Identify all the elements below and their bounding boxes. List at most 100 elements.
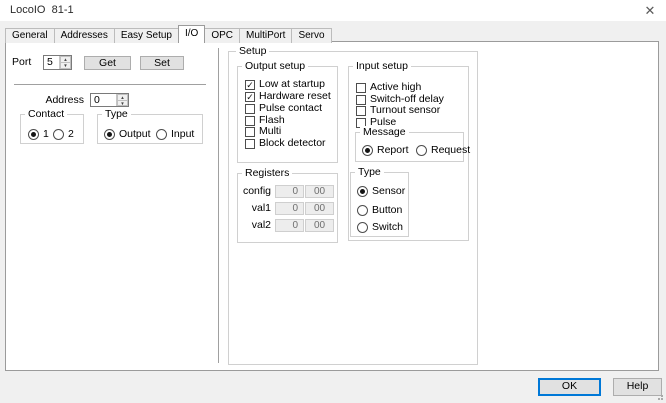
radio-input[interactable]: Input <box>156 129 194 140</box>
registers-label: Registers <box>242 167 292 180</box>
contact-groupbox: Contact 1 2 <box>20 114 84 144</box>
title-bar: LocoIO 81-1 ✕ <box>0 0 666 21</box>
radio-icon[interactable] <box>357 186 368 197</box>
checkbox-icon[interactable] <box>245 139 255 149</box>
input-setup-label: Input setup <box>353 60 411 73</box>
radio-label: Output <box>119 129 151 140</box>
spin-down-icon[interactable]: ▼ <box>60 62 71 69</box>
port-spinner[interactable]: 5 ▲ ▼ <box>43 55 72 70</box>
val2-hex-field: 00 <box>305 219 334 232</box>
radio-icon[interactable] <box>28 129 39 140</box>
type-groupbox: Type Output Input <box>97 114 203 144</box>
register-row-val2: val2 0 00 <box>238 219 339 232</box>
radio-switch-option[interactable]: Switch <box>357 222 403 233</box>
tab-opc[interactable]: OPC <box>204 28 240 43</box>
type-group-label: Type <box>102 108 131 121</box>
radio-label: Sensor <box>372 186 405 197</box>
checkbox-icon[interactable] <box>245 80 255 90</box>
horizontal-separator <box>14 84 206 85</box>
output-setup-label: Output setup <box>242 60 308 73</box>
address-spinner[interactable]: 0 ▲ ▼ <box>90 93 129 107</box>
port-spinner-buttons: ▲ ▼ <box>59 56 71 69</box>
checkbox-icon[interactable] <box>356 95 366 105</box>
radio-icon[interactable] <box>362 145 373 156</box>
radio-contact-1[interactable]: 1 <box>28 129 49 140</box>
checkbox-label: Block detector <box>259 138 326 149</box>
address-spinner-buttons: ▲ ▼ <box>116 94 128 106</box>
message-groupbox: Message Report Request <box>355 132 464 162</box>
locoio-dialog: LocoIO 81-1 ✕ General Addresses Easy Set… <box>0 0 666 403</box>
setup-groupbox: Setup Output setup Low at startup Hardwa… <box>228 51 478 365</box>
checkbox-label: Multi <box>259 126 281 137</box>
radio-icon[interactable] <box>416 145 427 156</box>
radio-label: Switch <box>372 222 403 233</box>
checkbox-icon[interactable] <box>245 92 255 102</box>
radio-contact-2[interactable]: 2 <box>53 129 74 140</box>
checkbox-label: Active high <box>370 82 421 93</box>
tab-bar: General Addresses Easy Setup I/O OPC Mul… <box>5 25 331 43</box>
tab-easy-setup[interactable]: Easy Setup <box>114 28 179 43</box>
checkbox-pulse-contact[interactable]: Pulse contact <box>245 103 322 114</box>
tab-general[interactable]: General <box>5 28 55 43</box>
radio-button-option[interactable]: Button <box>357 205 402 216</box>
config-hex-field: 00 <box>305 185 334 198</box>
radio-label: Input <box>171 129 194 140</box>
checkbox-icon[interactable] <box>245 116 255 126</box>
radio-icon[interactable] <box>53 129 64 140</box>
spin-down-icon[interactable]: ▼ <box>117 100 128 107</box>
radio-label: Button <box>372 205 402 216</box>
resize-grip-icon[interactable] <box>655 392 663 400</box>
radio-report[interactable]: Report <box>362 145 409 156</box>
checkbox-icon[interactable] <box>356 106 366 116</box>
radio-icon[interactable] <box>357 222 368 233</box>
val1-dec-field: 0 <box>275 202 304 215</box>
radio-icon[interactable] <box>104 129 115 140</box>
tab-addresses[interactable]: Addresses <box>54 28 115 43</box>
address-label: Address <box>40 94 84 107</box>
config-dec-field: 0 <box>275 185 304 198</box>
checkbox-icon[interactable] <box>245 104 255 114</box>
checkbox-active-high[interactable]: Active high <box>356 82 421 93</box>
register-name: config <box>240 185 271 198</box>
checkbox-icon[interactable] <box>356 83 366 93</box>
tab-servo[interactable]: Servo <box>291 28 331 43</box>
port-spinner-value[interactable]: 5 <box>44 56 59 69</box>
get-button[interactable]: Get <box>84 56 131 70</box>
checkbox-hardware-reset[interactable]: Hardware reset <box>245 91 331 102</box>
val1-hex-field: 00 <box>305 202 334 215</box>
checkbox-label: Pulse contact <box>259 103 322 114</box>
radio-icon[interactable] <box>357 205 368 216</box>
checkbox-low-at-startup[interactable]: Low at startup <box>245 79 325 90</box>
register-row-val1: val1 0 00 <box>238 202 339 215</box>
checkbox-label: Hardware reset <box>259 91 331 102</box>
radio-label: 1 <box>43 129 49 140</box>
checkbox-multi[interactable]: Multi <box>245 126 281 137</box>
window-title: LocoIO 81-1 <box>10 4 74 16</box>
input-type-groupbox: Type Sensor Button Switch <box>350 172 409 237</box>
port-label: Port <box>12 56 31 69</box>
checkbox-label: Low at startup <box>259 79 325 90</box>
input-setup-groupbox: Input setup Active high Switch-off delay… <box>348 66 469 241</box>
radio-label: Request <box>431 145 470 156</box>
tab-io[interactable]: I/O <box>178 25 205 43</box>
setup-group-label: Setup <box>236 45 269 58</box>
ok-button[interactable]: OK <box>538 378 601 396</box>
checkbox-turnout-sensor[interactable]: Turnout sensor <box>356 105 440 116</box>
radio-request[interactable]: Request <box>416 145 470 156</box>
tab-multiport[interactable]: MultiPort <box>239 28 292 43</box>
val2-dec-field: 0 <box>275 219 304 232</box>
radio-output[interactable]: Output <box>104 129 151 140</box>
radio-icon[interactable] <box>156 129 167 140</box>
input-type-label: Type <box>355 166 384 179</box>
vertical-separator <box>218 48 219 363</box>
set-button[interactable]: Set <box>140 56 184 70</box>
close-icon[interactable]: ✕ <box>641 2 659 20</box>
registers-groupbox: Registers config 0 00 val1 0 00 val2 0 0… <box>237 173 338 243</box>
checkbox-icon[interactable] <box>245 127 255 137</box>
radio-sensor[interactable]: Sensor <box>357 186 405 197</box>
checkbox-block-detector[interactable]: Block detector <box>245 138 326 149</box>
radio-label: Report <box>377 145 409 156</box>
output-setup-groupbox: Output setup Low at startup Hardware res… <box>237 66 338 163</box>
checkbox-label: Turnout sensor <box>370 105 440 116</box>
address-spinner-value[interactable]: 0 <box>91 94 116 106</box>
